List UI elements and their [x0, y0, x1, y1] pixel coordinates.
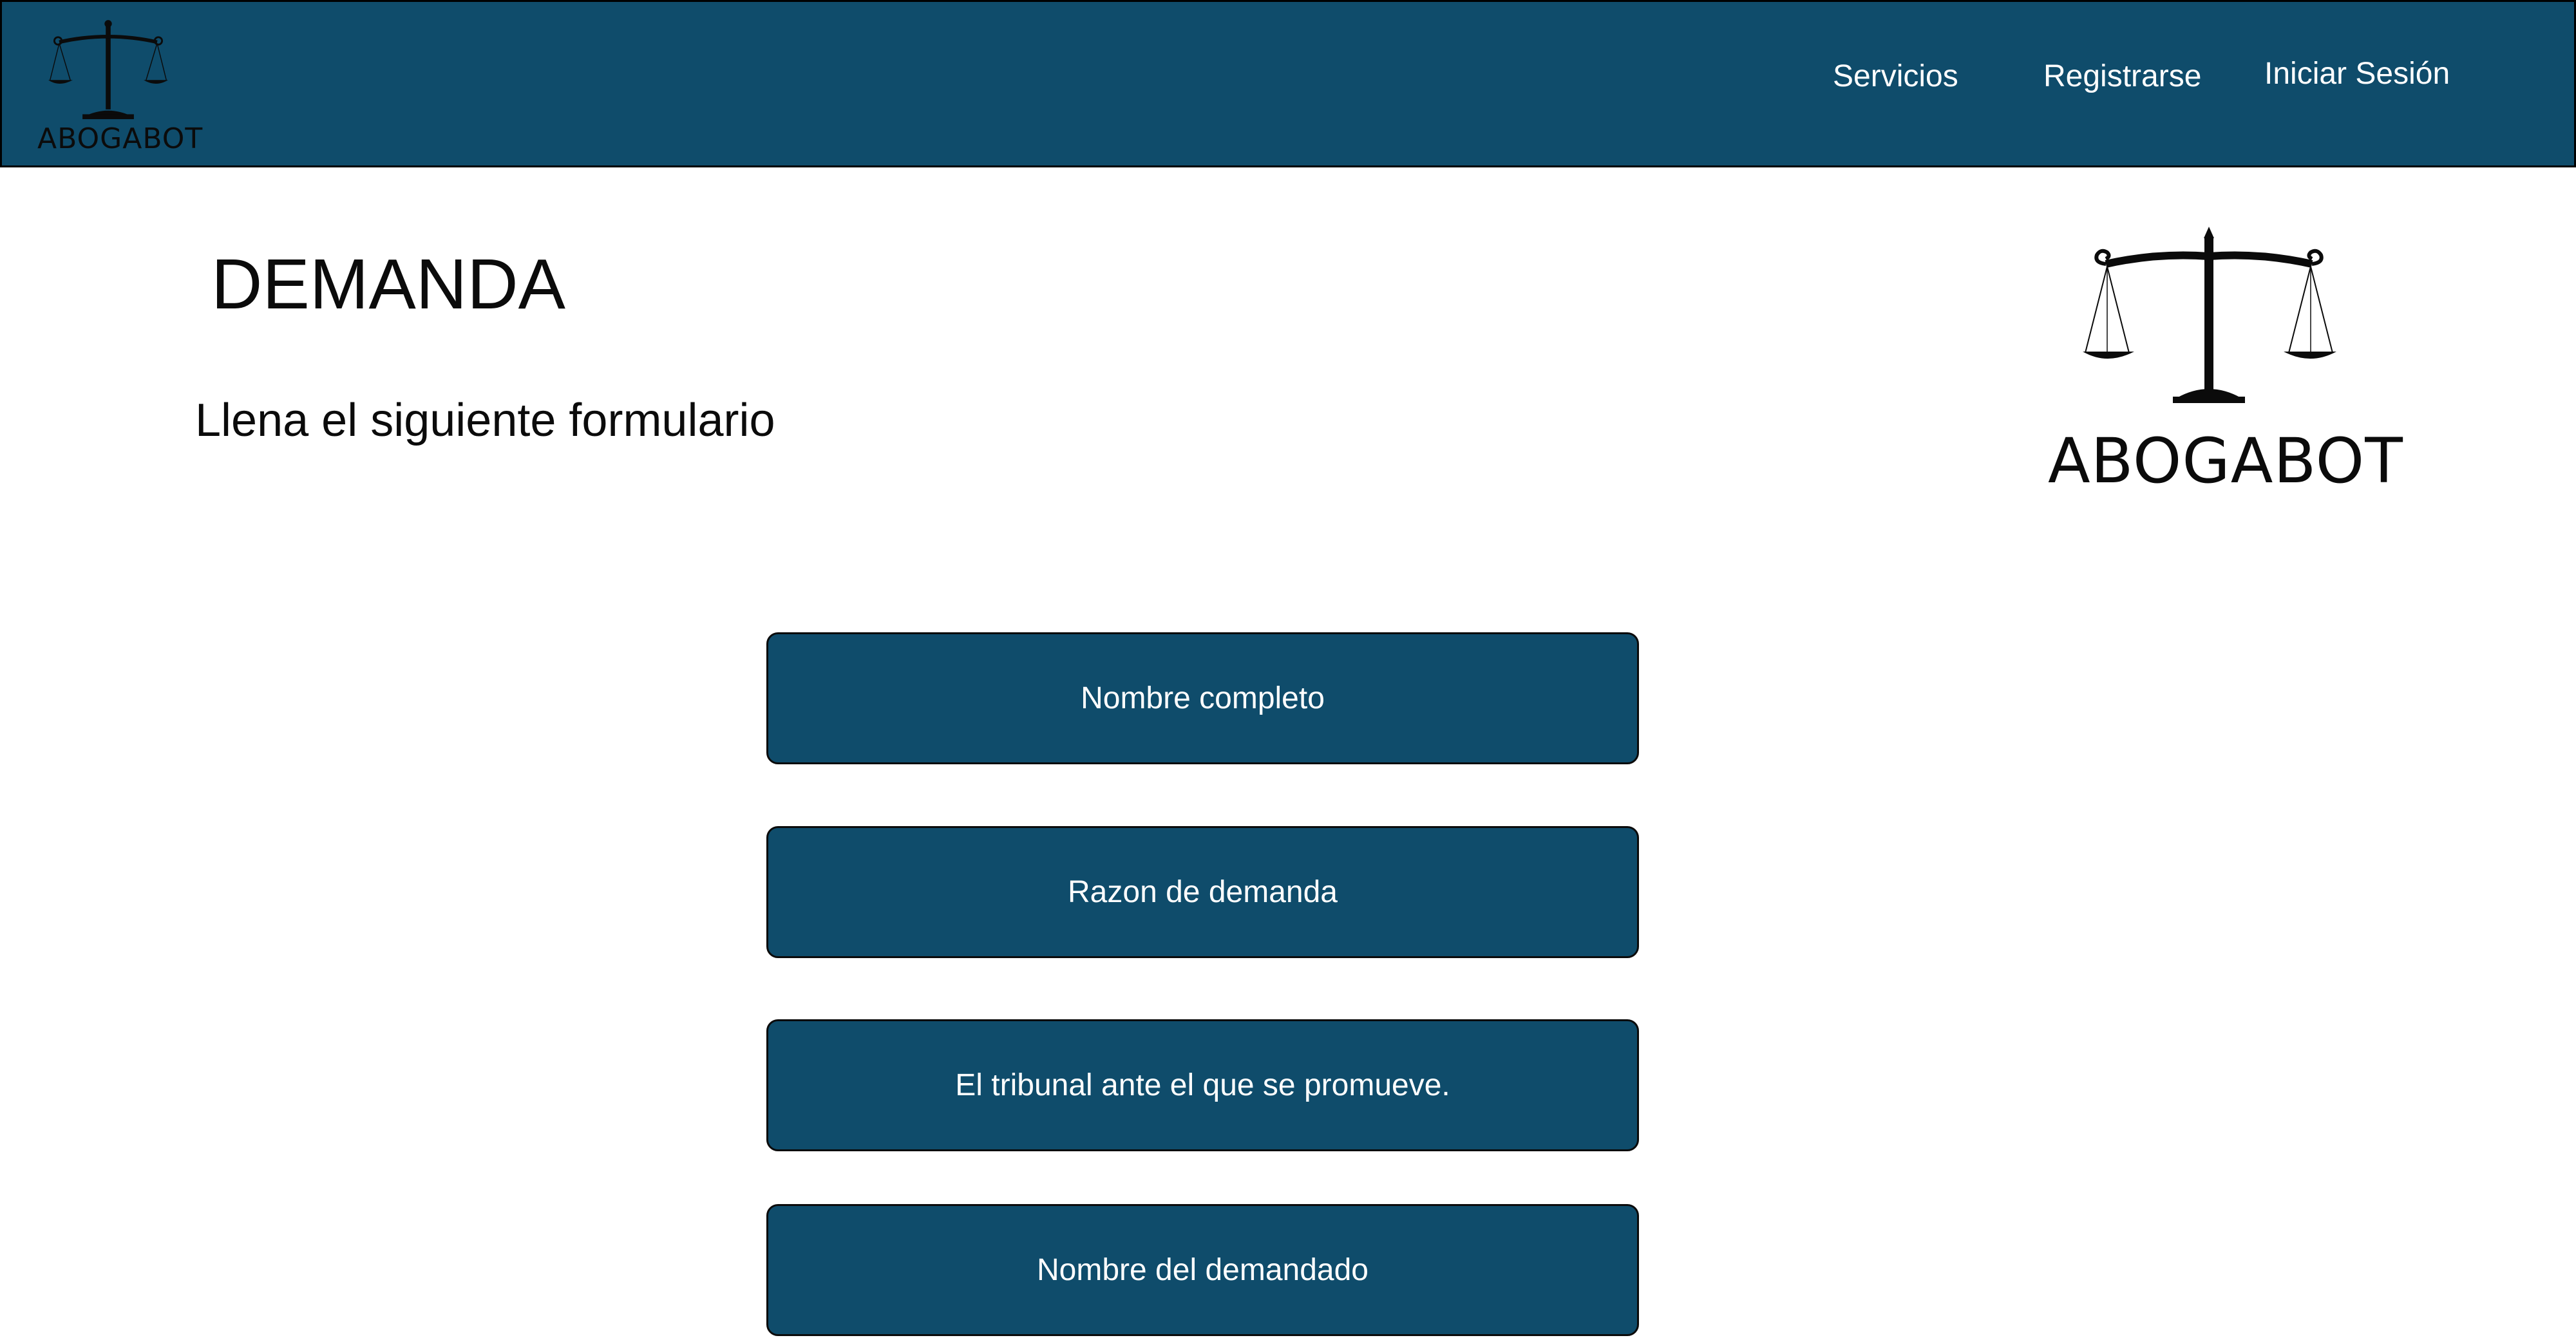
tribunal-label: El tribunal ante el que se promueve.: [955, 1068, 1450, 1102]
page: ABOGABOT Servicios Registrarse Iniciar S…: [0, 0, 2576, 1338]
tribunal-field[interactable]: El tribunal ante el que se promueve.: [766, 1019, 1639, 1151]
nav-registrarse-link[interactable]: Registrarse: [2043, 59, 2201, 94]
nombre-demandado-field[interactable]: Nombre del demandado: [766, 1204, 1639, 1336]
scales-of-justice-icon: [2083, 227, 2336, 403]
header-logo-text: ABOGABOT: [37, 122, 204, 155]
brand-logo: ABOGABOT: [2048, 219, 2403, 502]
nav-iniciar-sesion-link[interactable]: Iniciar Sesión: [2264, 56, 2450, 91]
nombre-completo-label: Nombre completo: [1081, 681, 1325, 715]
header-logo[interactable]: ABOGABOT: [37, 16, 204, 158]
nav-servicios-link[interactable]: Servicios: [1833, 59, 1958, 94]
navbar: ABOGABOT Servicios Registrarse Iniciar S…: [0, 0, 2576, 167]
nombre-demandado-label: Nombre del demandado: [1037, 1253, 1368, 1287]
nombre-completo-field[interactable]: Nombre completo: [766, 632, 1639, 764]
scales-of-justice-icon: [48, 20, 169, 120]
page-subtitle: Llena el siguiente formulario: [195, 395, 775, 446]
razon-demanda-field[interactable]: Razon de demanda: [766, 826, 1639, 958]
page-title: DEMANDA: [211, 245, 566, 324]
brand-logo-text: ABOGABOT: [2048, 425, 2403, 497]
razon-demanda-label: Razon de demanda: [1068, 875, 1338, 909]
